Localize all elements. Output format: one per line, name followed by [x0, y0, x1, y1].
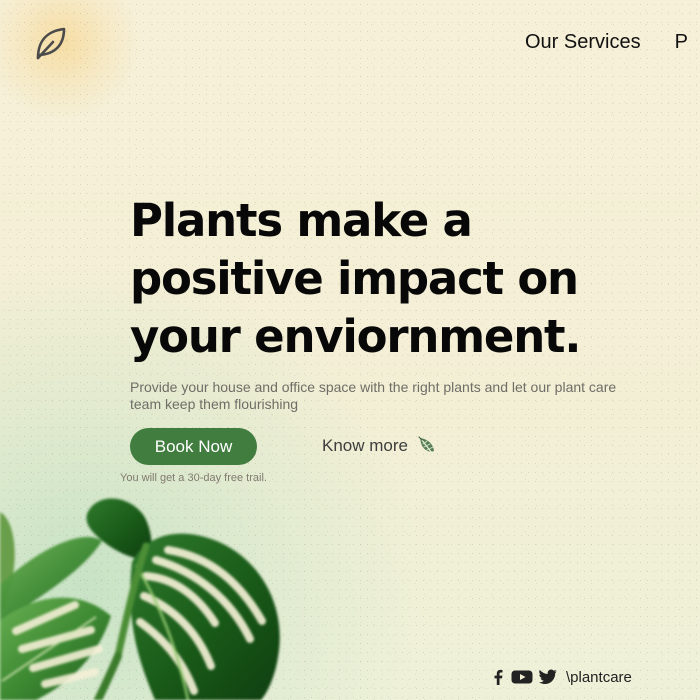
twitter-icon[interactable] [538, 668, 558, 686]
social-links: \plantcare [490, 668, 632, 686]
book-now-button[interactable]: Book Now [130, 428, 257, 465]
leaf-logo-icon [36, 27, 66, 60]
youtube-icon[interactable] [510, 668, 534, 686]
monstera-plant-image [0, 498, 280, 700]
social-handle[interactable]: \plantcare [566, 669, 632, 686]
hero-description: Provide your house and office space with… [130, 379, 617, 412]
know-more-link[interactable]: Know more [322, 435, 437, 457]
leaf-icon [418, 436, 434, 454]
facebook-icon[interactable] [490, 668, 506, 686]
know-more-label: Know more [322, 436, 408, 455]
top-navigation: Our Services P [525, 31, 688, 54]
hero-section: Plants make a positive impact on your en… [130, 192, 630, 413]
trial-note: You will get a 30-day free trail. [120, 472, 267, 484]
nav-item-truncated[interactable]: P [675, 31, 688, 54]
nav-item-our-services[interactable]: Our Services [525, 31, 641, 54]
hero-title: Plants make a positive impact on your en… [130, 194, 581, 363]
brand-logo[interactable] [29, 24, 71, 66]
